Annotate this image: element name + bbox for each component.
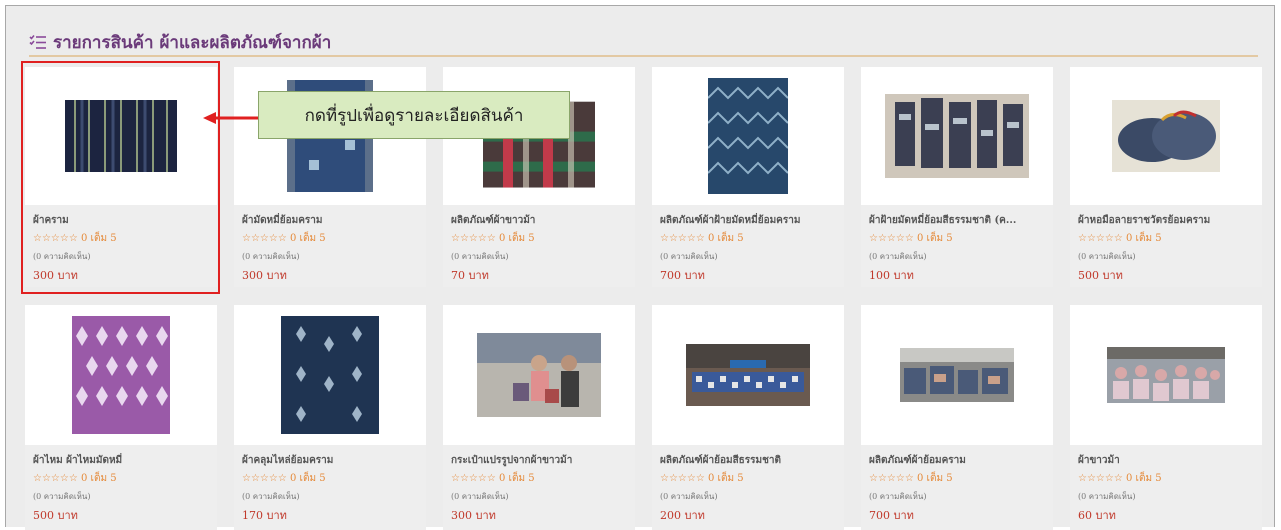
product-price: 300 บาท: [242, 269, 287, 282]
product-name[interactable]: ผ้าไหม ผ้าไหมมัดหมี่: [33, 453, 209, 468]
product-name[interactable]: ผ้าคราม: [33, 213, 209, 228]
product-rating: ☆☆☆☆☆ 0 เต็ม 5: [242, 473, 326, 484]
product-price: 300 บาท: [33, 269, 78, 282]
product-name[interactable]: ผ้าฝ้ายมัดหมี่ย้อมสีธรรมชาติ (ค...: [869, 213, 1045, 228]
product-rating: ☆☆☆☆☆ 0 เต็ม 5: [1078, 473, 1162, 484]
product-name[interactable]: ผลิตภัณฑ์ผ้าขาวม้า: [451, 213, 627, 228]
product-reviews: (0 ความคิดเห็น): [451, 252, 509, 261]
product-rating: ☆☆☆☆☆ 0 เต็ม 5: [869, 233, 953, 244]
product-image-link[interactable]: [1070, 67, 1262, 205]
product-rating: ☆☆☆☆☆ 0 เต็ม 5: [660, 233, 744, 244]
product-image[interactable]: [708, 78, 788, 194]
product-reviews: (0 ความคิดเห็น): [869, 492, 927, 501]
product-card[interactable]: ผลิตภัณฑ์ผ้าย้อมสีธรรมชาติ ☆☆☆☆☆ 0 เต็ม …: [652, 305, 844, 530]
product-price: 170 บาท: [242, 509, 287, 522]
product-price: 200 บาท: [660, 509, 705, 522]
product-card[interactable]: ผ้าฝ้ายมัดหมี่ย้อมสีธรรมชาติ (ค... ☆☆☆☆☆…: [861, 67, 1053, 287]
product-image-link[interactable]: [234, 305, 426, 445]
product-reviews: (0 ความคิดเห็น): [869, 252, 927, 261]
product-image[interactable]: [900, 348, 1014, 402]
product-rating: ☆☆☆☆☆ 0 เต็ม 5: [660, 473, 744, 484]
product-image-link[interactable]: [861, 67, 1053, 205]
product-image-link[interactable]: [861, 305, 1053, 445]
product-card[interactable]: ผลิตภัณฑ์ผ้าย้อมคราม ☆☆☆☆☆ 0 เต็ม 5 (0 ค…: [861, 305, 1053, 530]
product-card[interactable]: ผ้าไหม ผ้าไหมมัดหมี่ ☆☆☆☆☆ 0 เต็ม 5 (0 ค…: [25, 305, 217, 530]
product-name[interactable]: ผ้าคลุมไหล่ย้อมคราม: [242, 453, 418, 468]
product-image[interactable]: [65, 100, 177, 172]
product-rating: ☆☆☆☆☆ 0 เต็ม 5: [1078, 233, 1162, 244]
product-price: 60 บาท: [1078, 509, 1116, 522]
product-reviews: (0 ความคิดเห็น): [660, 252, 718, 261]
product-name[interactable]: กระเป๋าแปรรูปจากผ้าขาวม้า: [451, 453, 627, 468]
instruction-callout: กดที่รูปเพื่อดูรายละเอียดสินค้า: [258, 91, 570, 139]
product-image-link[interactable]: [652, 305, 844, 445]
product-image-link[interactable]: [25, 305, 217, 445]
product-image-link[interactable]: [443, 305, 635, 445]
product-reviews: (0 ความคิดเห็น): [242, 252, 300, 261]
product-name[interactable]: ผลิตภัณฑ์ผ้าย้อมคราม: [869, 453, 1045, 468]
product-name[interactable]: ผ้าหอมือลายราชวัตรย้อมคราม: [1078, 213, 1254, 228]
product-image[interactable]: [885, 94, 1029, 178]
product-rating: ☆☆☆☆☆ 0 เต็ม 5: [242, 233, 326, 244]
arrow-left-icon: [203, 112, 261, 124]
product-card[interactable]: ผ้าหอมือลายราชวัตรย้อมคราม ☆☆☆☆☆ 0 เต็ม …: [1070, 67, 1262, 287]
product-reviews: (0 ความคิดเห็น): [33, 252, 91, 261]
product-rating: ☆☆☆☆☆ 0 เต็ม 5: [33, 473, 117, 484]
product-card[interactable]: ผ้าคราม ☆☆☆☆☆ 0 เต็ม 5 (0 ความคิดเห็น) 3…: [25, 67, 217, 287]
product-rating: ☆☆☆☆☆ 0 เต็ม 5: [33, 233, 117, 244]
product-image-link[interactable]: [25, 67, 217, 205]
product-image[interactable]: [1107, 347, 1225, 403]
product-price: 700 บาท: [660, 269, 705, 282]
product-price: 100 บาท: [869, 269, 914, 282]
product-reviews: (0 ความคิดเห็น): [33, 492, 91, 501]
product-name[interactable]: ผ้ามัดหมี่ย้อมคราม: [242, 213, 418, 228]
product-reviews: (0 ความคิดเห็น): [451, 492, 509, 501]
product-reviews: (0 ความคิดเห็น): [660, 492, 718, 501]
page-title: รายการสินค้า ผ้าและผลิตภัณฑ์จากผ้า: [53, 32, 332, 53]
product-card[interactable]: กระเป๋าแปรรูปจากผ้าขาวม้า ☆☆☆☆☆ 0 เต็ม 5…: [443, 305, 635, 530]
product-image[interactable]: [686, 344, 810, 406]
product-name[interactable]: ผลิตภัณฑ์ผ้าย้อมสีธรรมชาติ: [660, 453, 836, 468]
product-reviews: (0 ความคิดเห็น): [242, 492, 300, 501]
section-header: รายการสินค้า ผ้าและผลิตภัณฑ์จากผ้า: [29, 29, 1258, 57]
product-name[interactable]: ผ้าขาวม้า: [1078, 453, 1254, 468]
product-image[interactable]: [72, 316, 170, 434]
product-price: 700 บาท: [869, 509, 914, 522]
product-image[interactable]: [1112, 100, 1220, 172]
product-price: 500 บาท: [33, 509, 78, 522]
product-image[interactable]: [281, 316, 379, 434]
product-image-link[interactable]: [652, 67, 844, 205]
product-price: 300 บาท: [451, 509, 496, 522]
product-image[interactable]: [477, 333, 601, 417]
product-reviews: (0 ความคิดเห็น): [1078, 252, 1136, 261]
product-price: 500 บาท: [1078, 269, 1123, 282]
product-reviews: (0 ความคิดเห็น): [1078, 492, 1136, 501]
product-price: 70 บาท: [451, 269, 489, 282]
product-card[interactable]: ผ้าคลุมไหล่ย้อมคราม ☆☆☆☆☆ 0 เต็ม 5 (0 คว…: [234, 305, 426, 530]
product-name[interactable]: ผลิตภัณฑ์ผ้าฝ้ายมัดหมี่ย้อมคราม: [660, 213, 836, 228]
product-rating: ☆☆☆☆☆ 0 เต็ม 5: [451, 233, 535, 244]
callout-text: กดที่รูปเพื่อดูรายละเอียดสินค้า: [304, 105, 524, 126]
product-card[interactable]: ผ้าขาวม้า ☆☆☆☆☆ 0 เต็ม 5 (0 ความคิดเห็น)…: [1070, 305, 1262, 530]
product-card[interactable]: ผลิตภัณฑ์ผ้าฝ้ายมัดหมี่ย้อมคราม ☆☆☆☆☆ 0 …: [652, 67, 844, 287]
product-image-link[interactable]: [1070, 305, 1262, 445]
product-rating: ☆☆☆☆☆ 0 เต็ม 5: [451, 473, 535, 484]
product-rating: ☆☆☆☆☆ 0 เต็ม 5: [869, 473, 953, 484]
list-icon: [29, 34, 46, 49]
